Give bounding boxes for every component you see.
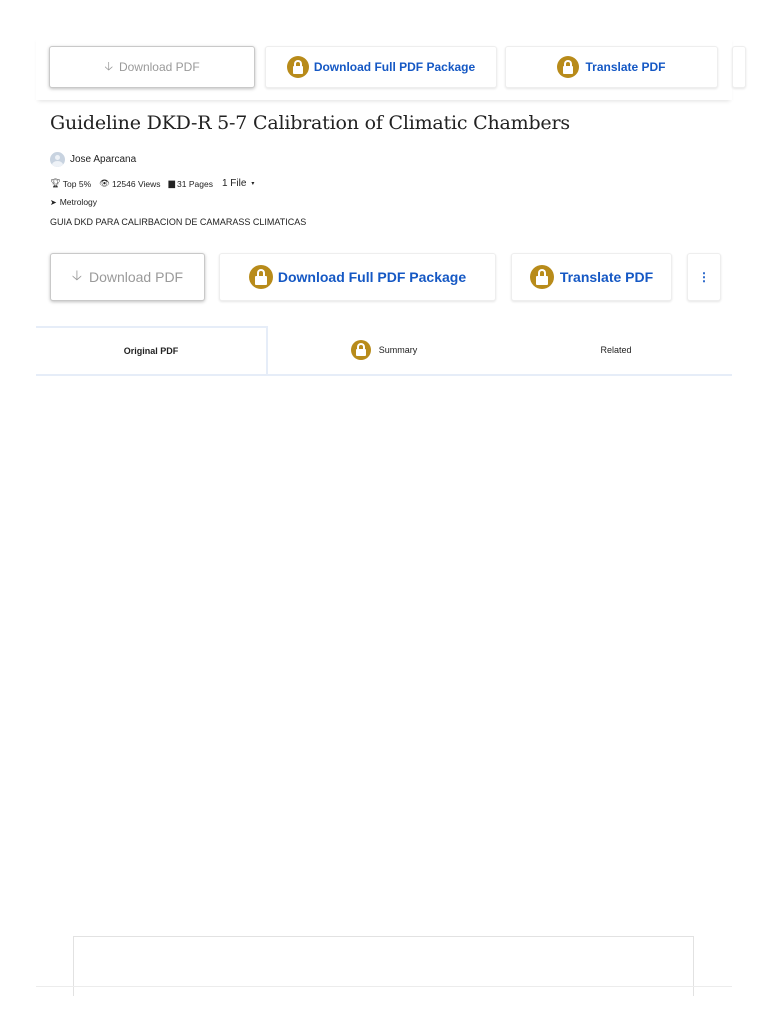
eye-icon: 👁︎	[99, 178, 110, 188]
document-title: Guideline DKD-R 5-7 Calibration of Clima…	[50, 112, 570, 134]
tag-icon: ➤	[50, 197, 57, 207]
top-download-full-package-button[interactable]: Download Full PDF Package	[265, 46, 497, 88]
download-arrow-icon: 🡣	[104, 58, 113, 73]
tag-row[interactable]: ➤ Metrology	[50, 197, 97, 207]
tab-related-label: Related	[600, 345, 632, 355]
download-full-package-button[interactable]: Download Full PDF Package	[219, 253, 496, 301]
lock-icon	[286, 56, 309, 78]
lock-icon	[248, 265, 273, 289]
download-arrow-icon: 🡣	[71, 267, 82, 283]
top-more-button-edge[interactable]	[732, 46, 746, 88]
more-options-button[interactable]: ⋮	[687, 253, 721, 301]
document-stats: 🏆︎ Top 5% 👁︎ 12546 Views ▆ 31 Pages 1 Fi…	[50, 178, 262, 189]
files-value[interactable]: 1 File	[222, 178, 246, 189]
top-download-pdf-button[interactable]: 🡣 Download PDF	[49, 46, 255, 88]
views-value: 12546 Views	[111, 178, 161, 189]
avatar	[50, 151, 65, 167]
document-description: GUIA DKD PARA CALIRBACION DE CAMARASS CL…	[50, 217, 307, 227]
tag-label[interactable]: Metrology	[60, 197, 97, 207]
author-row[interactable]: Jose Aparcana	[50, 150, 136, 168]
translate-pdf-label: Translate PDF	[559, 269, 654, 285]
top-toolbar: 🡣 Download PDF Download Full PDF Package…	[36, 36, 746, 100]
download-pdf-button[interactable]: 🡣 Download PDF	[50, 253, 205, 301]
author-name[interactable]: Jose Aparcana	[70, 154, 136, 165]
top-translate-pdf-label: Translate PDF	[585, 60, 666, 74]
file-icon: ▆	[168, 178, 176, 188]
top-download-pdf-label: Download PDF	[118, 60, 200, 74]
top-download-full-package-label: Download Full PDF Package	[313, 60, 476, 74]
rank-value: Top 5%	[62, 178, 92, 189]
caret-down-icon: ▾	[251, 181, 255, 187]
views-stat: 👁︎ 12546 Views	[99, 178, 160, 189]
translate-pdf-button[interactable]: Translate PDF	[511, 253, 672, 301]
lock-icon	[557, 56, 580, 78]
vertical-ellipsis-icon: ⋮	[698, 270, 710, 284]
lock-icon	[529, 265, 554, 289]
top-translate-pdf-button[interactable]: Translate PDF	[505, 46, 718, 88]
lock-icon	[350, 340, 371, 360]
tab-original-pdf-label: Original PDF	[123, 346, 179, 356]
trophy-icon: 🏆︎	[50, 178, 61, 188]
content-tabs: Original PDF Summary Related	[36, 326, 732, 376]
files-dropdown[interactable]: 1 File ▾	[222, 178, 254, 189]
pages-stat: ▆ 31 Pages	[168, 178, 212, 189]
pages-value: 31 Pages	[177, 178, 213, 189]
tab-related[interactable]: Related	[500, 326, 732, 374]
pdf-page-preview[interactable]	[73, 936, 694, 996]
tab-original-pdf[interactable]: Original PDF	[36, 326, 268, 374]
tab-summary[interactable]: Summary	[268, 326, 500, 374]
tab-summary-label: Summary	[378, 345, 418, 355]
download-full-package-label: Download Full PDF Package	[277, 269, 467, 285]
rank-stat: 🏆︎ Top 5%	[50, 178, 91, 189]
download-pdf-label: Download PDF	[88, 269, 184, 285]
divider	[36, 986, 732, 987]
